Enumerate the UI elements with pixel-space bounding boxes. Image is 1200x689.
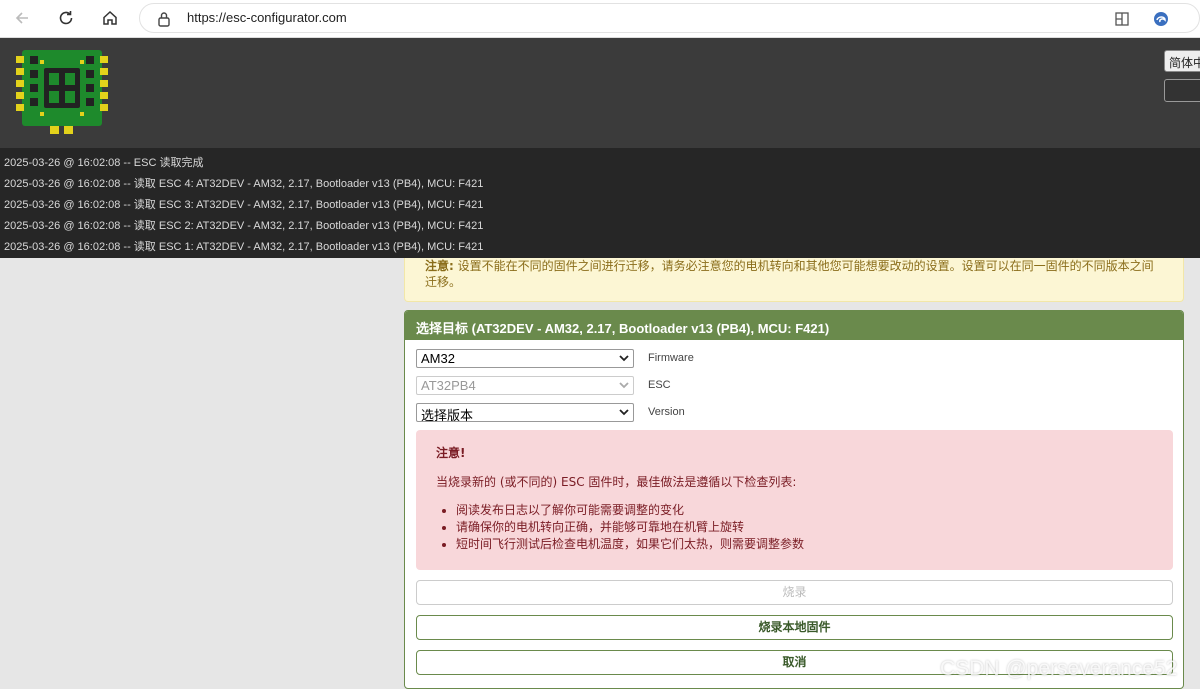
app-header: 简体中文 (0, 38, 1200, 148)
chevron-down-icon (619, 355, 629, 362)
firmware-row: AM32 Firmware (416, 349, 816, 368)
select-target-panel: 选择目标 (AT32DEV - AM32, 2.17, Bootloader v… (404, 310, 1184, 689)
warning-intro: 当烧录新的 (或不同的) ESC 固件时，最佳做法是遵循以下检查列表: (436, 475, 797, 489)
flash-warning: 注意! 当烧录新的 (或不同的) ESC 固件时，最佳做法是遵循以下检查列表: … (416, 430, 1173, 570)
edge-copilot-icon[interactable] (1151, 9, 1171, 29)
flash-button[interactable]: 烧录 (416, 580, 1173, 605)
chevron-down-icon (619, 409, 629, 416)
checklist-item: 短时间飞行测试后检查电机温度，如果它们太热，则需要调整参数 (456, 536, 1153, 552)
header-action-button[interactable] (1164, 79, 1200, 102)
firmware-select[interactable]: AM32 (416, 349, 634, 368)
browser-toolbar: https://esc-configurator.com (0, 0, 1200, 38)
log-line: 2025-03-26 @ 16:02:08 -- 读取 ESC 1: AT32D… (4, 241, 484, 253)
esc-row: AT32PB4 ESC (416, 376, 816, 395)
log-line: 2025-03-26 @ 16:02:08 -- 读取 ESC 3: AT32D… (4, 199, 484, 211)
back-button[interactable] (9, 6, 35, 30)
firmware-label: Firmware (648, 352, 694, 364)
checklist-item: 阅读发布日志以了解你可能需要调整的变化 (456, 502, 1153, 518)
esc-label: ESC (648, 379, 671, 391)
version-label: Version (648, 406, 685, 418)
lock-icon (157, 11, 171, 31)
address-bar[interactable]: https://esc-configurator.com (139, 3, 1200, 33)
firmware-value: AM32 (421, 351, 455, 366)
version-row: 选择版本 Version (416, 403, 816, 423)
split-screen-icon[interactable] (1112, 9, 1132, 29)
esc-value: AT32PB4 (421, 378, 476, 393)
reload-icon (59, 11, 73, 25)
chevron-down-icon (619, 382, 629, 389)
home-button[interactable] (97, 6, 123, 30)
panel-title: 选择目标 (AT32DEV - AM32, 2.17, Bootloader v… (405, 311, 1183, 340)
watermark: CSDN @perseverance52 (940, 657, 1178, 680)
reload-button[interactable] (53, 6, 79, 30)
migration-note: 注意: 设置不能在不同的固件之间进行迁移，请务必注意您的电机转向和其他您可能想要… (404, 258, 1184, 302)
note-label: 注意: (425, 259, 454, 273)
warning-checklist: 阅读发布日志以了解你可能需要调整的变化 请确保你的电机转向正确，并能够可靠地在机… (456, 502, 1153, 552)
url-text: https://esc-configurator.com (187, 10, 347, 25)
log-line: 2025-03-26 @ 16:02:08 -- 读取 ESC 2: AT32D… (4, 220, 484, 232)
esc-select[interactable]: AT32PB4 (416, 376, 634, 395)
note-text: 设置不能在不同的固件之间进行迁移，请务必注意您的电机转向和其他您可能想要改动的设… (425, 259, 1154, 289)
home-icon (103, 10, 117, 25)
version-value: 选择版本 (421, 408, 474, 423)
log-line: 2025-03-26 @ 16:02:08 -- 读取 ESC 4: AT32D… (4, 178, 484, 190)
version-select[interactable]: 选择版本 (416, 403, 634, 423)
log-console: 2025-03-26 @ 16:02:08 -- ESC 读取完成 2025-0… (0, 148, 1200, 258)
log-line: 2025-03-26 @ 16:02:08 -- ESC 读取完成 (4, 157, 204, 169)
warning-title: 注意! (436, 446, 466, 460)
back-arrow-icon (15, 12, 28, 24)
esc-board-logo-icon (16, 50, 108, 138)
checklist-item: 请确保你的电机转向正确，并能够可靠地在机臂上旋转 (456, 519, 1153, 535)
flash-local-firmware-button[interactable]: 烧录本地固件 (416, 615, 1173, 640)
language-select[interactable]: 简体中文 (1164, 50, 1200, 72)
